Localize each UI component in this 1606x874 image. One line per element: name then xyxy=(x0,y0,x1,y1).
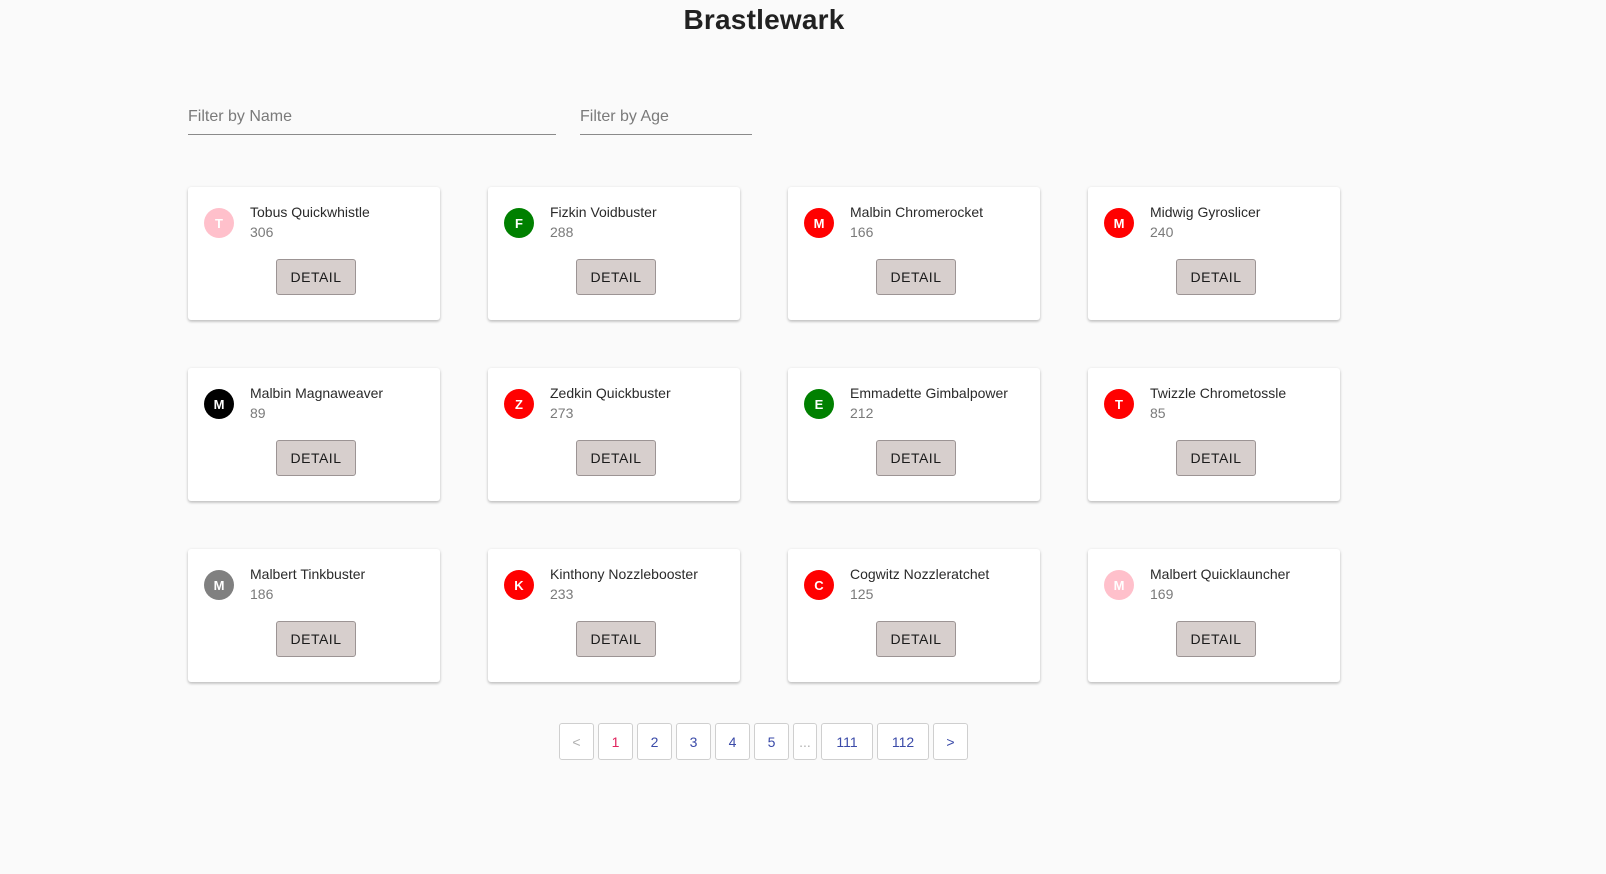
page-button-5[interactable]: 5 xyxy=(754,723,789,760)
detail-button[interactable]: DETAIL xyxy=(1176,621,1256,657)
gnome-card: M Malbin Chromerocket 166 DETAIL xyxy=(788,187,1040,320)
detail-button[interactable]: DETAIL xyxy=(876,440,956,476)
name-filter[interactable] xyxy=(188,100,556,135)
page-title: Brastlewark xyxy=(683,4,845,35)
gnome-name: Malbin Magnaweaver xyxy=(250,385,384,401)
detail-button[interactable]: DETAIL xyxy=(276,621,356,657)
page-button-111[interactable]: 111 xyxy=(821,723,873,760)
gnome-name: Malbin Chromerocket xyxy=(850,204,984,220)
gnome-age: 306 xyxy=(250,224,274,240)
gnome-name: Malbert Quicklauncher xyxy=(1150,566,1291,582)
detail-button[interactable]: DETAIL xyxy=(1176,440,1256,476)
avatar: M xyxy=(1104,570,1134,600)
age-filter-input[interactable] xyxy=(580,108,752,126)
gnome-card: M Midwig Gyroslicer 240 DETAIL xyxy=(1088,187,1340,320)
gnome-age: 125 xyxy=(850,586,874,602)
gnome-name: Cogwitz Nozzleratchet xyxy=(850,566,990,582)
detail-button[interactable]: DETAIL xyxy=(576,621,656,657)
detail-button[interactable]: DETAIL xyxy=(576,259,656,295)
gnome-card: T Tobus Quickwhistle 306 DETAIL xyxy=(188,187,440,320)
gnome-name: Midwig Gyroslicer xyxy=(1150,204,1261,220)
avatar: K xyxy=(504,570,534,600)
avatar: C xyxy=(804,570,834,600)
gnome-age: 240 xyxy=(1150,224,1174,240)
detail-button[interactable]: DETAIL xyxy=(876,259,956,295)
page: Brastlewark T Tobus Quickwhistle 306 DET… xyxy=(0,0,1606,874)
gnome-name: Kinthony Nozzlebooster xyxy=(550,566,698,582)
page-button-2[interactable]: 2 xyxy=(637,723,672,760)
gnome-age: 233 xyxy=(550,586,574,602)
gnome-age: 166 xyxy=(850,224,874,240)
gnome-card: M Malbert Tinkbuster 186 DETAIL xyxy=(188,549,440,682)
gnome-card-grid: T Tobus Quickwhistle 306 DETAIL F Fizkin… xyxy=(188,187,1340,682)
page-button-3[interactable]: 3 xyxy=(676,723,711,760)
next-page-button[interactable]: > xyxy=(933,723,968,760)
gnome-age: 273 xyxy=(550,405,574,421)
page-button-1[interactable]: 1 xyxy=(598,723,633,760)
avatar: Z xyxy=(504,389,534,419)
avatar: M xyxy=(1104,208,1134,238)
avatar: T xyxy=(1104,389,1134,419)
gnome-card: K Kinthony Nozzlebooster 233 DETAIL xyxy=(488,549,740,682)
gnome-age: 288 xyxy=(550,224,574,240)
detail-button[interactable]: DETAIL xyxy=(276,440,356,476)
gnome-card: T Twizzle Chrometossle 85 DETAIL xyxy=(1088,368,1340,501)
gnome-card: C Cogwitz Nozzleratchet 125 DETAIL xyxy=(788,549,1040,682)
name-filter-input[interactable] xyxy=(188,108,556,126)
gnome-name: Twizzle Chrometossle xyxy=(1150,385,1287,401)
gnome-card: F Fizkin Voidbuster 288 DETAIL xyxy=(488,187,740,320)
avatar: E xyxy=(804,389,834,419)
gnome-age: 89 xyxy=(250,405,266,421)
detail-button[interactable]: DETAIL xyxy=(276,259,356,295)
page-button-112[interactable]: 112 xyxy=(877,723,929,760)
age-filter[interactable] xyxy=(580,100,752,135)
gnome-card: M Malbin Magnaweaver 89 DETAIL xyxy=(188,368,440,501)
gnome-card: E Emmadette Gimbalpower 212 DETAIL xyxy=(788,368,1040,501)
page-ellipsis: ... xyxy=(793,723,817,760)
page-button-4[interactable]: 4 xyxy=(715,723,750,760)
gnome-card: M Malbert Quicklauncher 169 DETAIL xyxy=(1088,549,1340,682)
prev-page-button[interactable]: < xyxy=(559,723,594,760)
detail-button[interactable]: DETAIL xyxy=(1176,259,1256,295)
pagination: < 1 2 3 4 5 ... 111 112 > xyxy=(559,723,968,760)
gnome-age: 169 xyxy=(1150,586,1174,602)
avatar: M xyxy=(204,570,234,600)
avatar: M xyxy=(804,208,834,238)
detail-button[interactable]: DETAIL xyxy=(576,440,656,476)
gnome-age: 186 xyxy=(250,586,274,602)
avatar: T xyxy=(204,208,234,238)
gnome-card: Z Zedkin Quickbuster 273 DETAIL xyxy=(488,368,740,501)
avatar: M xyxy=(204,389,234,419)
detail-button[interactable]: DETAIL xyxy=(876,621,956,657)
gnome-age: 212 xyxy=(850,405,874,421)
gnome-name: Emmadette Gimbalpower xyxy=(850,385,1008,401)
gnome-name: Zedkin Quickbuster xyxy=(550,385,671,401)
gnome-age: 85 xyxy=(1150,405,1166,421)
gnome-name: Fizkin Voidbuster xyxy=(550,204,657,220)
gnome-name: Malbert Tinkbuster xyxy=(250,566,366,582)
gnome-name: Tobus Quickwhistle xyxy=(250,204,370,220)
avatar: F xyxy=(504,208,534,238)
